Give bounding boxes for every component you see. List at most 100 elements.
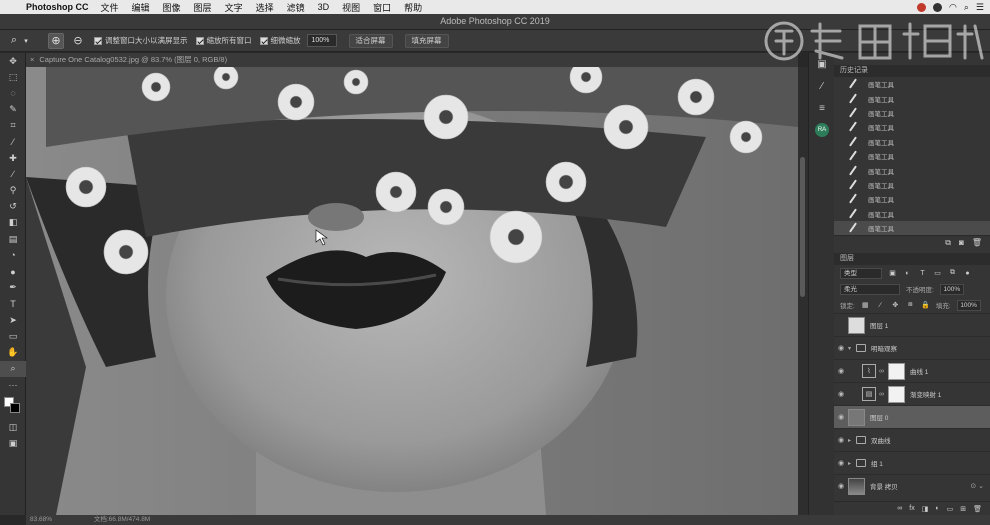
- eraser-tool-icon[interactable]: ◧: [0, 215, 26, 231]
- status-zoom[interactable]: 83.68%: [30, 516, 52, 523]
- layer-group-row[interactable]: ◉ ▾ 明暗观察: [834, 336, 990, 359]
- zoom-tool-icon[interactable]: ⌕: [6, 33, 22, 49]
- adjustments-panel-icon[interactable]: ≡: [809, 97, 835, 119]
- menu-3d[interactable]: 3D: [318, 2, 330, 12]
- eye-icon[interactable]: ◉: [834, 459, 848, 467]
- delete-state-icon[interactable]: 🗑: [972, 238, 982, 247]
- layer-group-row[interactable]: ◉ ▸ 组 1: [834, 451, 990, 474]
- pen-tool-icon[interactable]: ✒: [0, 280, 26, 296]
- dropdown-caret-icon[interactable]: ▾: [22, 33, 30, 49]
- delete-layer-icon[interactable]: 🗑: [973, 505, 982, 513]
- gradient-tool-icon[interactable]: ▤: [0, 231, 26, 247]
- screen-mode-icon[interactable]: ▣: [0, 435, 26, 451]
- fill-field[interactable]: 100%: [956, 299, 981, 311]
- blur-tool-icon[interactable]: ◔: [0, 247, 26, 263]
- brush-panel-icon[interactable]: ∕: [809, 75, 835, 97]
- eye-icon[interactable]: ◉: [834, 390, 848, 398]
- blend-mode-dropdown[interactable]: 柔光: [840, 283, 900, 295]
- zoom-percent-field[interactable]: 100%: [306, 34, 337, 47]
- marquee-tool-icon[interactable]: ⬚: [0, 69, 26, 85]
- add-mask-icon[interactable]: ◨: [922, 505, 929, 513]
- zoom-all-windows-checkbox[interactable]: 缩放所有窗口: [195, 35, 252, 46]
- filter-toggle-icon[interactable]: ●: [963, 269, 972, 278]
- history-item[interactable]: 画笔工具: [834, 77, 990, 91]
- smart-filter-icon[interactable]: ⊙ ⌄: [970, 482, 984, 490]
- history-item[interactable]: 画笔工具: [834, 106, 990, 120]
- menu-image[interactable]: 图像: [163, 1, 181, 14]
- filter-adjust-icon[interactable]: ◐: [903, 269, 912, 278]
- lock-position-icon[interactable]: ✥: [891, 301, 900, 310]
- lock-artboard-icon[interactable]: ⧈: [906, 301, 915, 310]
- zoom-out-icon[interactable]: ⊖: [70, 33, 86, 49]
- link-icon[interactable]: ∞: [879, 391, 886, 398]
- menu-window[interactable]: 窗口: [373, 1, 391, 14]
- link-layers-icon[interactable]: ∞: [897, 505, 902, 512]
- color-swatches[interactable]: [0, 393, 26, 419]
- filter-smart-icon[interactable]: ⧉: [948, 269, 957, 278]
- filter-type-icon[interactable]: T: [918, 269, 927, 278]
- zoom-tool-active-icon[interactable]: ⌕: [0, 360, 26, 377]
- fx-icon[interactable]: fx: [909, 505, 914, 512]
- scrubby-zoom-checkbox[interactable]: 细微缩放: [259, 35, 301, 46]
- menu-edit[interactable]: 编辑: [132, 1, 150, 14]
- history-item[interactable]: 画笔工具: [834, 135, 990, 149]
- wifi-icon[interactable]: ◠: [949, 2, 957, 13]
- history-item[interactable]: 画笔工具: [834, 207, 990, 221]
- layer-row[interactable]: ◉ ▤ ∞ 渐变映射 1: [834, 382, 990, 405]
- history-item[interactable]: 画笔工具: [834, 149, 990, 163]
- history-item[interactable]: 画笔工具: [834, 192, 990, 206]
- menu-layer[interactable]: 图层: [194, 1, 212, 14]
- filter-shape-icon[interactable]: ▭: [933, 269, 942, 278]
- quick-mask-icon[interactable]: ◫: [0, 419, 26, 435]
- move-tool-icon[interactable]: ✥: [0, 53, 26, 69]
- history-item-selected[interactable]: 画笔工具: [834, 220, 990, 236]
- menu-file[interactable]: 文件: [101, 1, 119, 14]
- filter-pixel-icon[interactable]: ▣: [888, 269, 897, 278]
- new-document-from-state-icon[interactable]: ⧉: [945, 238, 951, 248]
- chevron-right-icon[interactable]: ▸: [848, 437, 856, 444]
- menu-type[interactable]: 文字: [225, 1, 243, 14]
- search-icon[interactable]: ⌕: [964, 2, 969, 13]
- fit-screen-button[interactable]: 适合屏幕: [348, 33, 393, 48]
- app-menu[interactable]: Photoshop CC: [26, 2, 89, 12]
- history-item[interactable]: 画笔工具: [834, 91, 990, 105]
- dodge-tool-icon[interactable]: ●: [0, 263, 26, 279]
- document-tab[interactable]: × Capture One Catalog0532.jpg @ 83.7% (图层…: [26, 53, 798, 67]
- layer-kind-dropdown[interactable]: 类型: [840, 267, 882, 279]
- document-canvas[interactable]: [26, 67, 798, 515]
- list-icon[interactable]: ☰: [976, 2, 984, 13]
- scrollbar-thumb[interactable]: [800, 157, 805, 297]
- link-icon[interactable]: ∞: [879, 368, 886, 375]
- close-tab-icon[interactable]: ×: [30, 55, 34, 64]
- chevron-right-icon[interactable]: ▸: [848, 460, 856, 467]
- new-layer-icon[interactable]: ⊞: [960, 505, 966, 513]
- menu-help[interactable]: 帮助: [404, 1, 422, 14]
- healing-tool-icon[interactable]: ✚: [0, 150, 26, 166]
- canvas-vertical-scrollbar[interactable]: [798, 67, 808, 515]
- history-panel-icon[interactable]: ▣: [809, 53, 835, 75]
- history-item[interactable]: 画笔工具: [834, 120, 990, 134]
- eye-icon[interactable]: ◉: [834, 367, 848, 375]
- resize-windows-checkbox[interactable]: 调整窗口大小以满屏显示: [94, 35, 188, 46]
- path-select-tool-icon[interactable]: ➤: [0, 312, 26, 328]
- eye-icon[interactable]: ◉: [834, 482, 848, 490]
- user-avatar[interactable]: RA: [809, 119, 835, 141]
- layer-group-row[interactable]: ◉ ▸ 双曲线: [834, 428, 990, 451]
- layer-row[interactable]: ◉ 背景 拷贝 ⊙ ⌄: [834, 474, 990, 497]
- opacity-field[interactable]: 100%: [939, 283, 964, 295]
- shape-tool-icon[interactable]: ▭: [0, 328, 26, 344]
- eyedropper-tool-icon[interactable]: ⁄: [0, 134, 26, 150]
- hand-tool-icon[interactable]: ✋: [0, 344, 26, 360]
- menu-select[interactable]: 选择: [256, 1, 274, 14]
- crop-tool-icon[interactable]: ⌗: [0, 118, 26, 134]
- new-adjustment-icon[interactable]: ◐: [935, 505, 939, 512]
- layer-mask-thumbnail[interactable]: [888, 362, 905, 380]
- chevron-down-icon[interactable]: ▾: [848, 345, 856, 352]
- menu-view[interactable]: 视图: [342, 1, 360, 14]
- lock-pixels-icon[interactable]: ▦: [861, 301, 870, 310]
- snapshot-camera-icon[interactable]: ◙: [959, 238, 964, 247]
- app-status-icon[interactable]: [933, 2, 943, 12]
- eye-icon[interactable]: ◉: [834, 413, 848, 421]
- layer-row-selected[interactable]: ◉ 图层 0: [834, 405, 990, 429]
- type-tool-icon[interactable]: T: [0, 296, 26, 312]
